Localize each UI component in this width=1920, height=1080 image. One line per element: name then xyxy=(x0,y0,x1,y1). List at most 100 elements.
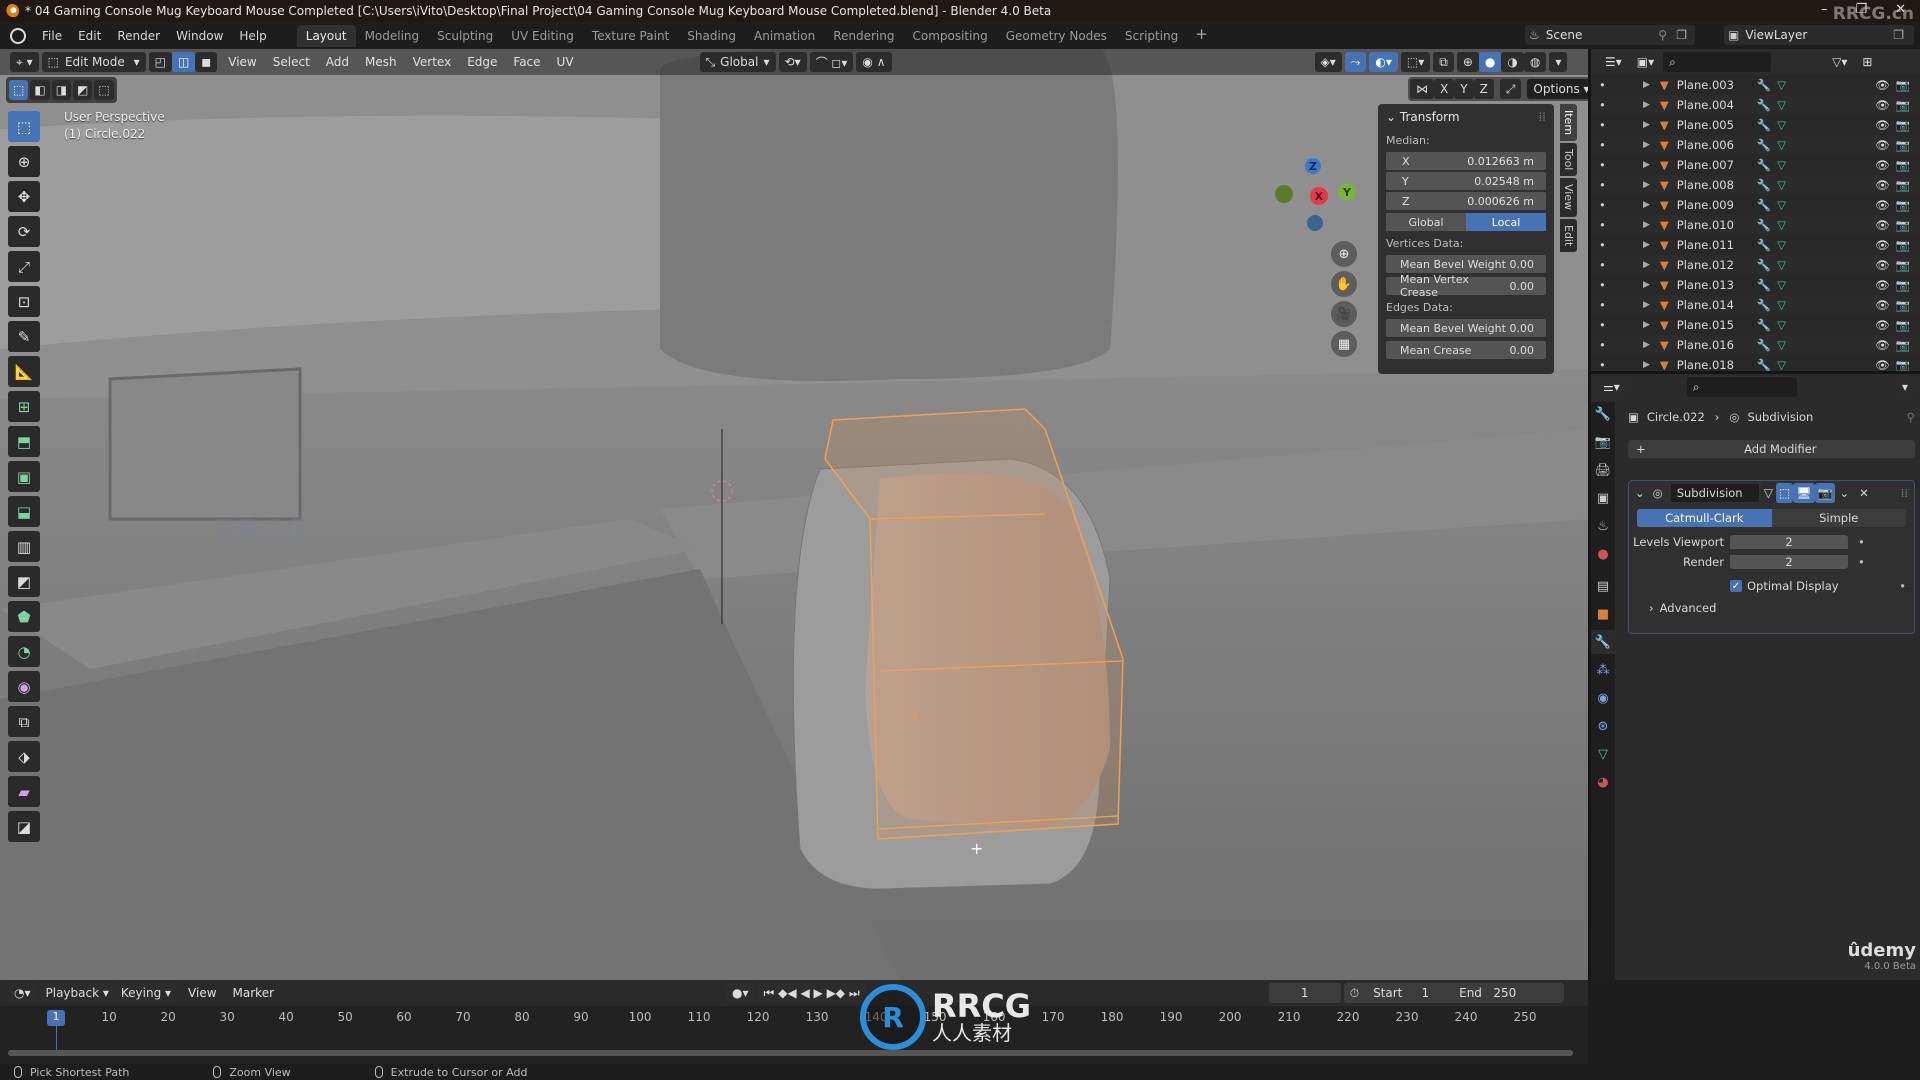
tab-compositing[interactable]: Compositing xyxy=(903,25,996,47)
object-name[interactable]: Plane.013 xyxy=(1677,278,1757,292)
outliner-row[interactable]: • ▶ ▼ Plane.014 🔧 ▽ 👁 📷 xyxy=(1591,295,1920,315)
rendered-shading[interactable]: ◍ xyxy=(1523,52,1547,72)
eye-icon[interactable]: 👁 xyxy=(1875,198,1890,212)
output-tab-icon[interactable]: 🖨 xyxy=(1591,458,1615,482)
shear-tool[interactable]: ▰ xyxy=(8,776,40,807)
filter-view-button[interactable]: ▣▾ xyxy=(1630,52,1661,72)
expand-arrow-icon[interactable]: ▶ xyxy=(1643,360,1650,370)
tab-shading[interactable]: Shading xyxy=(678,25,745,47)
tab-uv-editing[interactable]: UV Editing xyxy=(502,25,583,47)
median-z-field[interactable]: Z 0.000626 m xyxy=(1386,192,1546,210)
modifier-wrench-icon[interactable]: 🔧 xyxy=(1757,138,1771,152)
mesh-data-icon[interactable]: ▽ xyxy=(1777,178,1786,192)
particles-tab-icon[interactable]: ⁂ xyxy=(1591,658,1615,682)
gizmo-toggle[interactable]: ⤳ xyxy=(1344,52,1367,72)
measure-tool[interactable]: 📐 xyxy=(8,356,40,387)
modifier-wrench-icon[interactable]: 🔧 xyxy=(1757,78,1771,92)
tab-modeling[interactable]: Modeling xyxy=(356,25,429,47)
menu-face[interactable]: Face xyxy=(505,55,548,69)
object-name[interactable]: Plane.014 xyxy=(1677,298,1757,312)
camera-render-icon[interactable]: 📷 xyxy=(1896,338,1910,352)
mesh-data-icon[interactable]: ▽ xyxy=(1777,98,1786,112)
xray-toggle[interactable]: ⧉ xyxy=(1433,52,1454,72)
optimal-display-checkbox[interactable]: ✓ xyxy=(1730,580,1742,592)
proportional-edit-button[interactable]: ◉ ∧ xyxy=(856,52,892,72)
expand-arrow-icon[interactable]: ▶ xyxy=(1643,320,1650,330)
view-layer-tab-icon[interactable]: ▣ xyxy=(1591,486,1615,510)
rip-region-tool[interactable]: ◪ xyxy=(8,811,40,842)
edge-bevel-weight-field[interactable]: Mean Bevel Weight 0.00 xyxy=(1386,319,1546,337)
mesh-data-icon[interactable]: ▽ xyxy=(1777,218,1786,232)
vertex-bevel-weight-field[interactable]: Mean Bevel Weight 0.00 xyxy=(1386,255,1546,273)
camera-render-icon[interactable]: 📷 xyxy=(1896,98,1910,112)
object-name[interactable]: Plane.008 xyxy=(1677,178,1757,192)
camera-render-icon[interactable]: 📷 xyxy=(1896,118,1910,132)
mirror-y-toggle[interactable]: Y xyxy=(1454,79,1474,99)
camera-render-icon[interactable]: 📷 xyxy=(1896,78,1910,92)
expand-arrow-icon[interactable]: ▶ xyxy=(1643,340,1650,350)
collection-tab-icon[interactable]: ▤ xyxy=(1591,574,1615,598)
outliner-row[interactable]: • ▶ ▼ Plane.004 🔧 ▽ 👁 📷 xyxy=(1591,95,1920,115)
keyframe-dot-icon[interactable]: • xyxy=(1899,579,1906,593)
editor-type-button[interactable]: ◔▾ xyxy=(8,983,37,1003)
object-name[interactable]: Plane.018 xyxy=(1677,358,1757,372)
modifier-wrench-icon[interactable]: 🔧 xyxy=(1757,118,1771,132)
modifier-tab-icon[interactable]: 🔧 xyxy=(1591,630,1615,654)
display-mode-button[interactable]: ☰▾ xyxy=(1599,52,1628,72)
tool-tab-icon[interactable]: 🔧 xyxy=(1591,402,1615,426)
mirror-z-toggle[interactable]: Z xyxy=(1473,79,1494,99)
eye-icon[interactable]: 👁 xyxy=(1875,338,1890,352)
eye-icon[interactable]: 👁 xyxy=(1875,238,1890,252)
move-tool[interactable]: ✥ xyxy=(8,181,40,212)
object-name[interactable]: Plane.009 xyxy=(1677,198,1757,212)
pin-icon[interactable]: ⚲ xyxy=(1907,410,1915,424)
global-toggle[interactable]: Global xyxy=(1386,213,1466,231)
annotate-tool[interactable]: ✎ xyxy=(8,321,40,352)
knife-tool[interactable]: ◩ xyxy=(8,566,40,597)
end-field[interactable]: End 250 xyxy=(1459,986,1516,1000)
object-name[interactable]: Plane.004 xyxy=(1677,98,1757,112)
keying-menu[interactable]: Keying ▾ xyxy=(114,983,178,1003)
menu-window[interactable]: Window xyxy=(168,29,231,43)
timeline-scrollbar[interactable] xyxy=(8,1050,1573,1056)
transform-panel-header[interactable]: ⌄ Transform ⁞⁞ xyxy=(1386,110,1546,124)
spin-tool[interactable]: ◔ xyxy=(8,636,40,667)
gizmo-x-axis[interactable]: X xyxy=(1310,187,1328,205)
constraints-tab-icon[interactable]: ⊛ xyxy=(1591,714,1615,738)
filter-icon[interactable]: ▽▾ xyxy=(1826,52,1854,72)
timeline-marker-menu[interactable]: Marker xyxy=(225,986,282,1000)
camera-render-icon[interactable]: 📷 xyxy=(1896,258,1910,272)
snap-button[interactable]: ⌒ ◻▾ xyxy=(809,52,854,72)
mesh-data-icon[interactable]: ▽ xyxy=(1777,258,1786,272)
menu-file[interactable]: File xyxy=(34,29,70,43)
shrink-fatten-tool[interactable]: ⬗ xyxy=(8,741,40,772)
object-name[interactable]: Plane.016 xyxy=(1677,338,1757,352)
expand-arrow-icon[interactable]: ▶ xyxy=(1643,260,1650,270)
eye-icon[interactable]: 👁 xyxy=(1875,78,1890,92)
menu-vertex[interactable]: Vertex xyxy=(405,55,460,69)
outliner-row[interactable]: • ▶ ▼ Plane.015 🔧 ▽ 👁 📷 xyxy=(1591,315,1920,335)
median-y-field[interactable]: Y 0.02548 m xyxy=(1386,172,1546,190)
gizmo-y-axis[interactable]: Y xyxy=(1338,183,1356,201)
eye-icon[interactable]: 👁 xyxy=(1875,218,1890,232)
expand-arrow-icon[interactable]: ▶ xyxy=(1643,120,1650,130)
mesh-data-icon[interactable]: ▽ xyxy=(1777,238,1786,252)
select-box-tool[interactable]: ⬚ xyxy=(8,111,40,142)
select-extend-button[interactable]: ◧ xyxy=(30,80,50,100)
expand-arrow-icon[interactable]: ▶ xyxy=(1643,220,1650,230)
select-invert-button[interactable]: ◩ xyxy=(73,80,93,100)
modifier-wrench-icon[interactable]: 🔧 xyxy=(1757,318,1771,332)
auto-merge-icon[interactable]: ⤢ xyxy=(1499,79,1522,99)
eye-icon[interactable]: 👁 xyxy=(1875,178,1890,192)
rotate-tool[interactable]: ⟳ xyxy=(8,216,40,247)
solid-shading[interactable]: ● xyxy=(1478,52,1502,72)
median-x-field[interactable]: X 0.012663 m xyxy=(1386,152,1546,170)
on-cage-toggle[interactable]: ⬚ xyxy=(1775,483,1794,503)
camera-render-icon[interactable]: 📷 xyxy=(1896,198,1910,212)
orientation-dropdown[interactable]: ⤡ Global ▾ xyxy=(699,52,776,72)
extrude-region-tool[interactable]: ⬒ xyxy=(8,426,40,457)
playback-menu[interactable]: Playback ▾ xyxy=(39,983,115,1003)
eye-icon[interactable]: 👁 xyxy=(1875,278,1890,292)
drag-handle-icon[interactable]: ⁞⁞ xyxy=(1538,110,1546,124)
data-tab-icon[interactable]: ▽ xyxy=(1591,742,1615,766)
